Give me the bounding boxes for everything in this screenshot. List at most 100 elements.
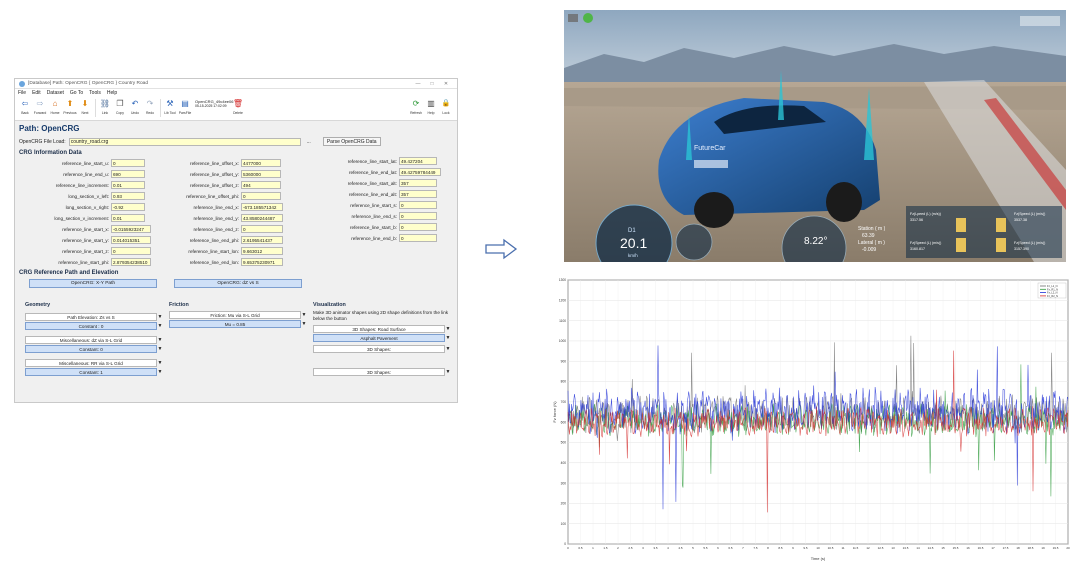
chevron-down-icon[interactable]: ▼ — [157, 359, 163, 367]
chevron-down-icon[interactable]: ▼ — [157, 336, 163, 344]
help-button[interactable]: ▥ Help — [424, 99, 438, 115]
chevron-down-icon[interactable]: ▼ — [445, 368, 451, 376]
home-icon: ⌂ — [52, 99, 58, 108]
field-value[interactable]: 0 — [111, 159, 145, 167]
dz-vs-s-button[interactable]: OpenCRG: dZ vs S — [174, 279, 302, 288]
menu-bar: File Edit Dataset Go To Tools Help — [15, 89, 457, 97]
previous-button[interactable]: ⬆ Previous — [63, 99, 77, 115]
chevron-down-icon[interactable]: ▼ — [157, 322, 163, 330]
field-value[interactable]: 43.8580244487 — [241, 214, 283, 222]
car-brand: FutureCar — [694, 145, 726, 152]
field-value[interactable]: 9.663012 — [241, 247, 283, 255]
copy-button[interactable]: ❐ Copy — [113, 99, 127, 115]
field-value[interactable]: 2.879354238510 — [111, 258, 151, 266]
path-elevation-value[interactable]: Constant : 0 — [25, 322, 157, 330]
forward-label: Forward — [33, 111, 47, 115]
browse-button[interactable]: ... — [304, 139, 314, 145]
field-value[interactable]: 0 — [399, 223, 437, 231]
link-button[interactable]: ⛓ Link — [98, 99, 112, 115]
field-value[interactable]: 0.93 — [111, 192, 145, 200]
rr-grid-select[interactable]: Miscellaneous: RR via S-L Grid — [25, 359, 157, 367]
dz-grid-select[interactable]: Miscellaneous: dZ via S-L Grid — [25, 336, 157, 344]
camera-icon[interactable] — [568, 14, 578, 22]
field-value[interactable]: 5360000 — [241, 170, 281, 178]
chevron-down-icon[interactable]: ▼ — [157, 368, 163, 376]
redo-button[interactable]: ↷ Redo — [143, 99, 157, 115]
shapes-select-2[interactable]: 3D Shapes: — [313, 368, 445, 376]
next-button[interactable]: ⬇ Next — [78, 99, 92, 115]
minimize-button[interactable]: — — [411, 81, 425, 87]
road-surface-select[interactable]: 3D Shapes: Road Surface — [313, 325, 445, 333]
field-value[interactable]: 357 — [399, 179, 437, 187]
road-surface-value[interactable]: Asphalt Pavement — [313, 334, 445, 342]
menu-edit[interactable]: Edit — [32, 90, 41, 96]
refresh-icon: ⟳ — [412, 99, 420, 108]
field-value[interactable]: 4477000 — [241, 159, 281, 167]
field-value[interactable]: 494 — [241, 181, 281, 189]
menu-dataset[interactable]: Dataset — [47, 90, 64, 96]
field-value[interactable]: 49.42759784449 — [399, 168, 441, 176]
info-row: reference_line_start_y: 0.014015351 — [17, 235, 151, 245]
chevron-down-icon[interactable]: ▼ — [445, 325, 451, 333]
field-value[interactable]: 690 — [111, 170, 145, 178]
field-value[interactable]: 0 — [241, 225, 283, 233]
field-value[interactable]: 357 — [399, 190, 437, 198]
field-value[interactable]: 0 — [399, 201, 437, 209]
maximize-button[interactable]: □ — [425, 81, 439, 87]
file-load-input[interactable]: country_road.crg — [68, 137, 301, 146]
dz-grid-value[interactable]: Constant: 0 — [25, 345, 157, 353]
xy-path-button[interactable]: OpenCRG: X-Y Path — [29, 279, 157, 288]
parse-opencrg-button[interactable]: Parse OpenCRG Data — [322, 137, 381, 146]
rr-grid-value[interactable]: Constant: 1 — [25, 368, 157, 376]
menu-file[interactable]: File — [18, 90, 26, 96]
field-value[interactable]: 0 — [241, 192, 281, 200]
field-value[interactable]: 0.01 — [111, 214, 145, 222]
lateral-value: -0.009 — [862, 247, 876, 253]
path-elevation-select[interactable]: Path Elevation: Zs vs S — [25, 313, 157, 321]
toolbar-divider — [95, 99, 96, 117]
field-value[interactable]: -0.92 — [111, 203, 145, 211]
field-value[interactable]: 0 — [111, 247, 151, 255]
info-row: reference_line_end_alt: 357 — [315, 189, 437, 199]
friction-value[interactable]: Mu = 0.85 — [169, 320, 301, 328]
back-button[interactable]: ⇦ Back — [18, 99, 32, 115]
field-value[interactable]: 9.65375230971 — [241, 258, 283, 266]
chevron-down-icon[interactable]: ▼ — [157, 313, 163, 321]
field-value[interactable]: -673.185571342 — [241, 203, 283, 211]
y-tick-label: 0 — [564, 542, 566, 546]
field-value[interactable]: -0.0155923247 — [111, 225, 151, 233]
undo-button[interactable]: ↶ Undo — [128, 99, 142, 115]
forward-button[interactable]: ⇨ Forward — [33, 99, 47, 115]
help-label: Help — [427, 111, 435, 115]
y-tick-label: 500 — [561, 441, 567, 445]
field-label: reference_line_start_x: — [62, 226, 109, 232]
home-button[interactable]: ⌂ Home — [48, 99, 62, 115]
field-value[interactable]: 2.6195541437 — [241, 236, 283, 244]
chevron-down-icon[interactable]: ▼ — [301, 320, 307, 328]
field-value[interactable]: 49.427204 — [399, 157, 437, 165]
field-value[interactable]: 0.014015351 — [111, 236, 151, 244]
shapes-select-1[interactable]: 3D Shapes: — [313, 345, 445, 353]
chevron-down-icon[interactable]: ▼ — [301, 311, 307, 319]
field-value[interactable]: 0 — [399, 234, 437, 242]
parsfile-button[interactable]: ▤ ParsFile — [178, 99, 192, 115]
menu-help[interactable]: Help — [107, 90, 117, 96]
field-value[interactable]: 0.01 — [111, 181, 145, 189]
close-button[interactable]: ✕ — [439, 81, 453, 87]
chevron-down-icon[interactable]: ▼ — [157, 345, 163, 353]
menu-go-to[interactable]: Go To — [70, 90, 83, 96]
lock-button[interactable]: 🔒 Lock — [439, 99, 453, 115]
field-value[interactable]: 0 — [399, 212, 437, 220]
chevron-down-icon[interactable]: ▼ — [445, 334, 451, 342]
refresh-button[interactable]: ⟳ Refresh — [409, 99, 423, 115]
info-row: reference_line_start_s: 0 — [315, 200, 437, 210]
friction-select[interactable]: Friction: Mu via S-L Grid — [169, 311, 301, 319]
x-tick-label: 10 — [816, 546, 820, 550]
delete-button[interactable]: 🗑 Delete — [231, 99, 245, 115]
menu-tools[interactable]: Tools — [89, 90, 101, 96]
vehicle-status-icon[interactable] — [583, 13, 593, 23]
lib-tool-button[interactable]: ⚒ Lib Tool — [163, 99, 177, 115]
chevron-down-icon[interactable]: ▼ — [445, 345, 451, 353]
view-control-button[interactable] — [1020, 16, 1060, 26]
field-label: reference_line_end_z: — [193, 226, 239, 232]
